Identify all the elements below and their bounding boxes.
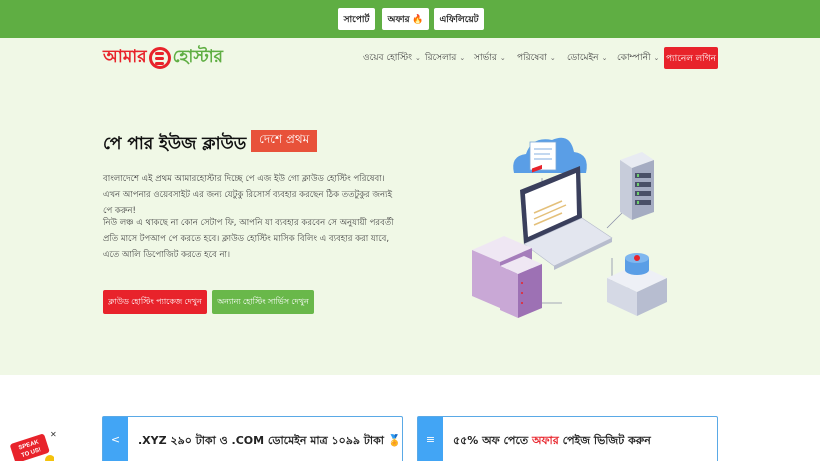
panel-login-button[interactable]: প্যানেল লগিন [664,47,718,69]
top-bar: সাপোর্ট অফার 🔥 এফিলিয়েট [0,0,820,38]
discount-text-after: পেইজ ভিজিট করুন [558,434,651,447]
close-icon[interactable]: ✕ [50,430,57,439]
server-rack-icon [620,152,654,220]
nav-item-label: কোম্পানী [617,53,651,63]
chevron-down-icon: ⌄ [601,53,608,62]
nav-item-server[interactable]: সার্ভার ⌄ [474,50,506,65]
chevron-down-icon: ⌄ [549,53,556,62]
discount-text-before: ৫৫% অফ পেতে [453,434,532,447]
discount-offer-card[interactable]: ≡ ৫৫% অফ পেতে অফার পেইজ ভিজিট করুন [417,416,718,461]
hero-description-1: বাংলাদেশে এই প্রথম আমারহোস্টার দিচ্ছে পে… [103,174,392,216]
discount-offer-text: ৫৫% অফ পেতে অফার পেইজ ভিজিট করুন [453,432,651,451]
other-hosting-services-button[interactable]: অন্যান্য হোস্টিং সার্ভিস দেখুন [212,290,314,314]
hero-title: পে পার ইউজ ক্লাউড [103,134,247,154]
nav-item-label: সার্ভার [474,53,497,63]
nav-item-label: ডোমেইন [567,53,599,63]
cloud-hosting-packages-button[interactable]: ক্লাউড হোস্টিং প্যাকেজ দেখুন [103,290,207,314]
logo-text-part1: আমার [103,47,147,67]
nav-item-web-hosting[interactable]: ওয়েব হোস্টিং ⌄ [363,50,421,65]
nav-item-company[interactable]: কোম্পানী ⌄ [617,50,659,65]
nav-item-reseller[interactable]: রিসেলার ⌄ [425,50,465,65]
speak-to-us-badge[interactable]: SPEAK TO US! [8,434,54,461]
logo-text-part2: হোস্টার [172,47,224,67]
layers-icon: ≡ [418,417,443,461]
domain-offer-text: .XYZ ২৯০ টাকা ও .COM ডোমেইন মাত্র ১০৯৯ ট… [138,434,402,447]
chevron-down-icon: ⌄ [653,53,660,62]
site-logo[interactable]: আমার হোস্টার [103,45,223,71]
nav-item-label: ওয়েব হোস্টিং [363,53,413,63]
hero-badge: দেশে প্রথম [251,130,318,152]
share-icon: < [103,417,128,461]
chevron-down-icon: ⌄ [415,53,421,62]
chevron-down-icon: ⌄ [459,53,466,62]
nav-item-label: পরিষেবা [517,53,547,63]
database-icon [607,253,667,316]
hero-description-2: নিউ লঞ্চ এ থাকছে না কোন সেটাপ ফি, আপনি য… [103,218,394,260]
nav-item-domain[interactable]: ডোমেইন ⌄ [567,50,607,65]
nav-item-label: রিসেলার [425,53,457,63]
domain-offer-card[interactable]: < .XYZ ২৯০ টাকা ও .COM ডোমেইন মাত্র ১০৯৯… [102,416,403,461]
affiliate-button[interactable]: এফিলিয়েট [434,8,484,30]
logo-mark-icon [148,47,171,69]
cloud-hosting-illustration [472,137,667,318]
laptop-icon [520,164,613,270]
nav-item-services[interactable]: পরিষেবা ⌄ [517,50,556,65]
offer-button[interactable]: অফার 🔥 [382,8,429,30]
support-button[interactable]: সাপোর্ট [338,8,375,30]
discount-text-accent[interactable]: অফার [532,434,559,447]
server-stack-icon [472,236,542,318]
chevron-down-icon: ⌄ [499,53,506,62]
